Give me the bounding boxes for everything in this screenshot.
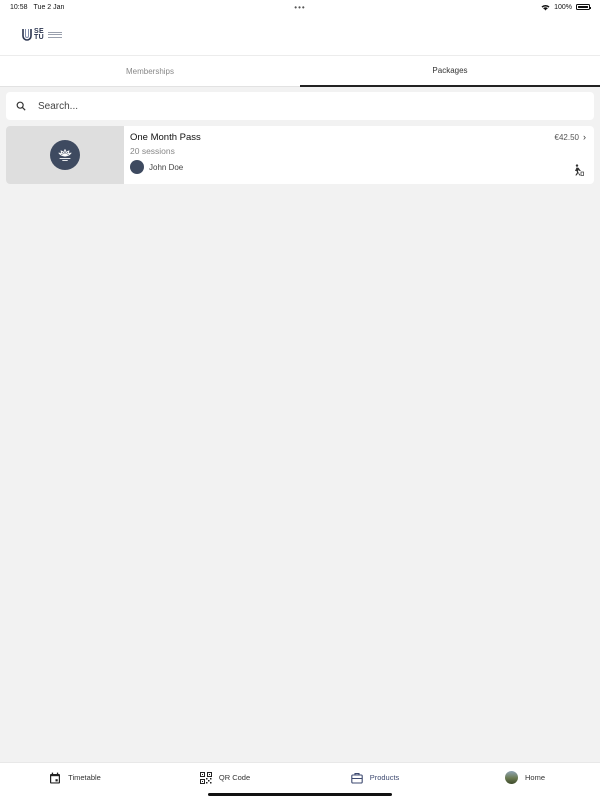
- search-bar[interactable]: [6, 92, 594, 120]
- battery-icon: [576, 4, 591, 10]
- walk-in-icon: [575, 164, 584, 176]
- nav-home-label: Home: [524, 773, 545, 782]
- home-avatar: [504, 771, 518, 784]
- app-header: SE TU: [0, 14, 600, 56]
- package-card[interactable]: One Month Pass 20 sessions John Doe €42.…: [6, 126, 594, 184]
- status-time: 10:58: [10, 3, 28, 11]
- calendar-icon: [50, 772, 61, 783]
- qr-code-icon: [199, 771, 212, 784]
- logo-text-2: TU: [34, 33, 44, 41]
- nav-products-label: Products: [369, 773, 400, 782]
- wifi-icon: [541, 4, 550, 10]
- owner-avatar: [130, 160, 144, 174]
- search-icon: [16, 101, 26, 111]
- search-input[interactable]: [38, 100, 538, 112]
- package-thumbnail: [6, 126, 124, 184]
- tab-packages[interactable]: Packages: [300, 56, 600, 87]
- status-bar: 10:58 Tue 2 Jan ••• 100%: [0, 0, 600, 14]
- multitasking-dots[interactable]: •••: [294, 3, 305, 12]
- chevron-right-icon: ›: [583, 132, 586, 142]
- tab-bar: Memberships Packages: [0, 56, 600, 87]
- bottom-nav: Timetable QR Code Products Home: [0, 762, 600, 800]
- nav-home[interactable]: Home: [450, 763, 600, 800]
- nav-qr-label: QR Code: [218, 773, 251, 782]
- briefcase-icon: [350, 772, 363, 784]
- lotus-icon: [50, 140, 80, 170]
- setu-logo: SE TU: [22, 28, 62, 42]
- package-title: One Month Pass: [130, 132, 201, 143]
- nav-timetable-label: Timetable: [68, 773, 101, 782]
- nav-timetable[interactable]: Timetable: [0, 763, 150, 800]
- package-price: €42.50: [554, 132, 579, 142]
- logo-mark-icon: [22, 28, 32, 41]
- home-indicator[interactable]: [208, 793, 392, 796]
- status-date: Tue 2 Jan: [33, 3, 65, 11]
- owner-name: John Doe: [149, 162, 184, 172]
- tab-memberships[interactable]: Memberships: [0, 56, 300, 87]
- battery-percent: 100%: [554, 3, 572, 11]
- package-sessions: 20 sessions: [130, 146, 175, 156]
